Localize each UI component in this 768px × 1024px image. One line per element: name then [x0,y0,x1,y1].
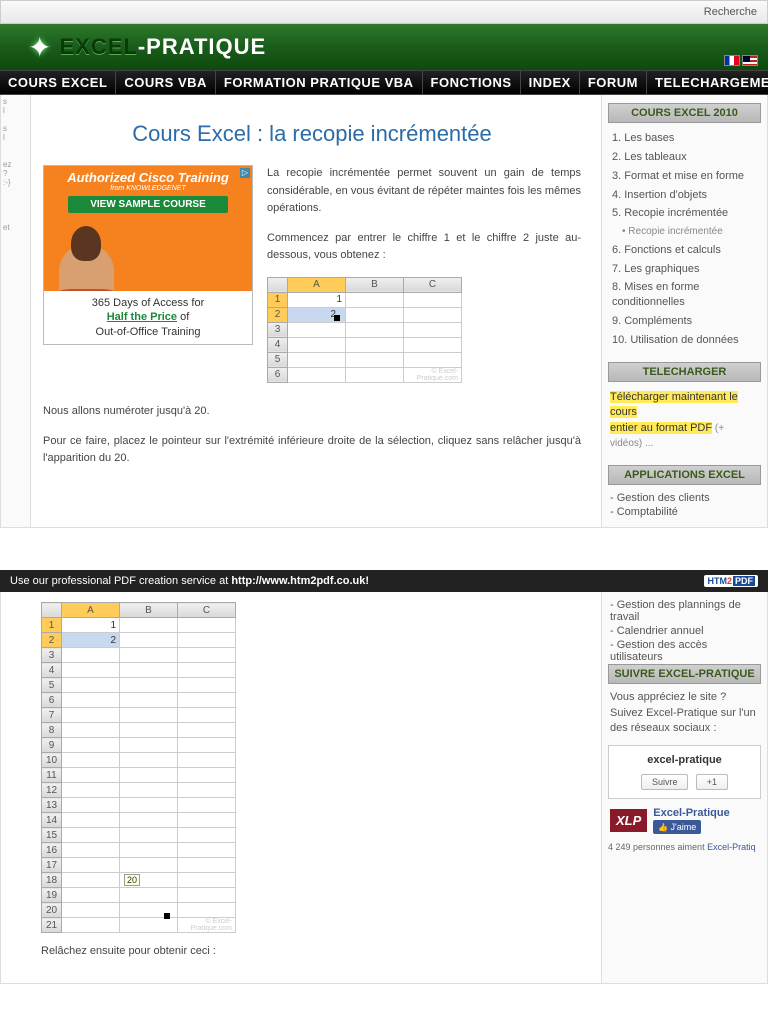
logo-part-2: -PRATIQUE [138,34,266,59]
page-title: Cours Excel : la recopie incrémentée [43,121,581,147]
logo-part-1: EXCEL [59,34,137,59]
flag-fr-icon[interactable] [724,55,740,66]
main-nav: COURS EXCEL COURS VBA FORMATION PRATIQUE… [0,70,768,95]
sidebar-item-utilisation[interactable]: 10. Utilisation de données [608,331,761,350]
sidebar-subitem-recopie[interactable]: Recopie incrémentée [608,223,761,241]
language-flags [724,55,758,66]
pdf-service-bar: Use our professional PDF creation servic… [0,570,768,592]
fill-handle-icon[interactable] [334,315,340,321]
sidebar-item-insertion[interactable]: 4. Insertion d'objets [608,186,761,205]
sidebar-apps-list: Gestion des clients Comptabilité [608,491,761,519]
article-body-continued: ABC 11 22 3 4 5 6 7 8 9 10 11 12 13 14 1… [1,592,601,983]
nav-cours-excel[interactable]: COURS EXCEL [0,71,116,94]
nav-cours-vba[interactable]: COURS VBA [116,71,216,94]
paragraph-4: Pour ce faire, placez le pointeur sur l'… [43,433,581,468]
site-logo[interactable]: EXCEL-PRATIQUE [59,34,266,60]
xlp-badge-icon: XLP [610,809,647,832]
paragraph-5: Relâchez ensuite pour obtenir ceci : [41,943,581,961]
sidebar-apps-header: APPLICATIONS EXCEL [608,465,761,485]
sidebar-item-mfc[interactable]: 8. Mises en forme conditionnelles [608,278,761,312]
paragraph-3: Nous allons numéroter jusqu'à 20. [43,403,581,421]
article-body: Cours Excel : la recopie incrémentée ▷ A… [31,95,601,527]
sidebar-follow-header: SUIVRE EXCEL-PRATIQUE [608,664,761,684]
fb-like-button[interactable]: J'aime [653,820,701,834]
drag-tooltip: 20 [124,874,140,886]
paragraph-2: Commencez par entrer le chiffre 1 et le … [267,230,581,265]
download-box[interactable]: Télécharger maintenant le cours entier a… [608,388,761,454]
sidebar-item-tableaux[interactable]: 2. Les tableaux [608,148,761,167]
ad-bottom-text: 365 Days of Access for Half the Price of… [44,291,252,344]
fb-block: XLP Excel-Pratique J'aime [610,807,759,834]
left-truncated-panel: slslez?:-}et [1,95,31,527]
sidebar-item-fonctions[interactable]: 6. Fonctions et calculs [608,241,761,260]
sidebar-item-recopie[interactable]: 5. Recopie incrémentée [608,204,761,223]
logo-star-icon: ✦ [28,31,51,64]
pdf-bar-text: Use our professional PDF creation servic… [10,575,231,587]
sidebar-item-bases[interactable]: 1. Les bases [608,129,761,148]
nav-formation-vba[interactable]: FORMATION PRATIQUE VBA [216,71,423,94]
sidebar-continued: Gestion des plannings de travail Calendr… [601,592,767,983]
ad-cta-button[interactable]: VIEW SAMPLE COURSE [68,196,228,213]
gplus-title: excel-pratique [615,754,754,766]
app-clients[interactable]: Gestion des clients [608,491,761,505]
gplus-box: excel-pratique Suivre +1 [608,745,761,799]
sidebar-item-graphiques[interactable]: 7. Les graphiques [608,260,761,279]
app-plannings[interactable]: Gestion des plannings de travail [608,598,761,624]
fill-handle-icon[interactable] [164,913,170,919]
excel-mini-table-2: ABC 11 22 3 4 5 6 7 8 9 10 11 12 13 14 1… [41,602,236,933]
nav-forum[interactable]: FORUM [580,71,647,94]
app-acces[interactable]: Gestion des accès utilisateurs [608,638,761,664]
fb-stats-link[interactable]: Excel-Pratiq [707,842,756,852]
flag-us-icon[interactable] [742,55,758,66]
app-calendrier[interactable]: Calendrier annuel [608,624,761,638]
paragraph-1: La recopie incrémentée permet souvent un… [267,165,581,218]
sidebar-cours-header: COURS EXCEL 2010 [608,103,761,123]
follow-message: Vous appréciez le site ? Suivez Excel-Pr… [610,690,759,736]
nav-fonctions[interactable]: FONCTIONS [423,71,521,94]
sidebar-cours-list: 1. Les bases 2. Les tableaux 3. Format e… [608,129,761,350]
pdf-bar-link[interactable]: http://www.htm2pdf.co.uk! [231,575,369,587]
sidebar-apps-list-2: Gestion des plannings de travail Calendr… [608,598,761,664]
nav-index[interactable]: INDEX [521,71,580,94]
fb-stats: 4 249 personnes aiment Excel-Pratiq [608,842,761,854]
excel-mini-table-1: ABC 11 22 3 4 5 6© Excel-Pratique.com [267,277,462,383]
gplus-follow-button[interactable]: Suivre [641,774,689,790]
nav-telechargements[interactable]: TELECHARGEMENTS [647,71,768,94]
fb-page-name[interactable]: Excel-Pratique [653,807,729,819]
search-button[interactable]: Recherche [704,6,757,18]
htm2pdf-logo[interactable]: HTM2PDF [704,575,758,587]
ad-from: from KNOWLEDGENET [44,185,252,192]
sidebar-item-format[interactable]: 3. Format et mise en forme [608,167,761,186]
gplus-plusone-button[interactable]: +1 [696,774,728,790]
sidebar-item-complements[interactable]: 9. Compléments [608,312,761,331]
top-bar: Recherche [0,0,768,24]
app-compta[interactable]: Comptabilité [608,505,761,519]
ad-banner[interactable]: ▷ Authorized Cisco Training from KNOWLED… [43,165,253,345]
ad-headline: Authorized Cisco Training [44,166,252,185]
ad-close-icon[interactable]: ▷ [240,168,250,178]
sidebar: COURS EXCEL 2010 1. Les bases 2. Les tab… [601,95,767,527]
sidebar-dl-header: TELECHARGER [608,362,761,382]
site-header: ✦ EXCEL-PRATIQUE [0,24,768,70]
